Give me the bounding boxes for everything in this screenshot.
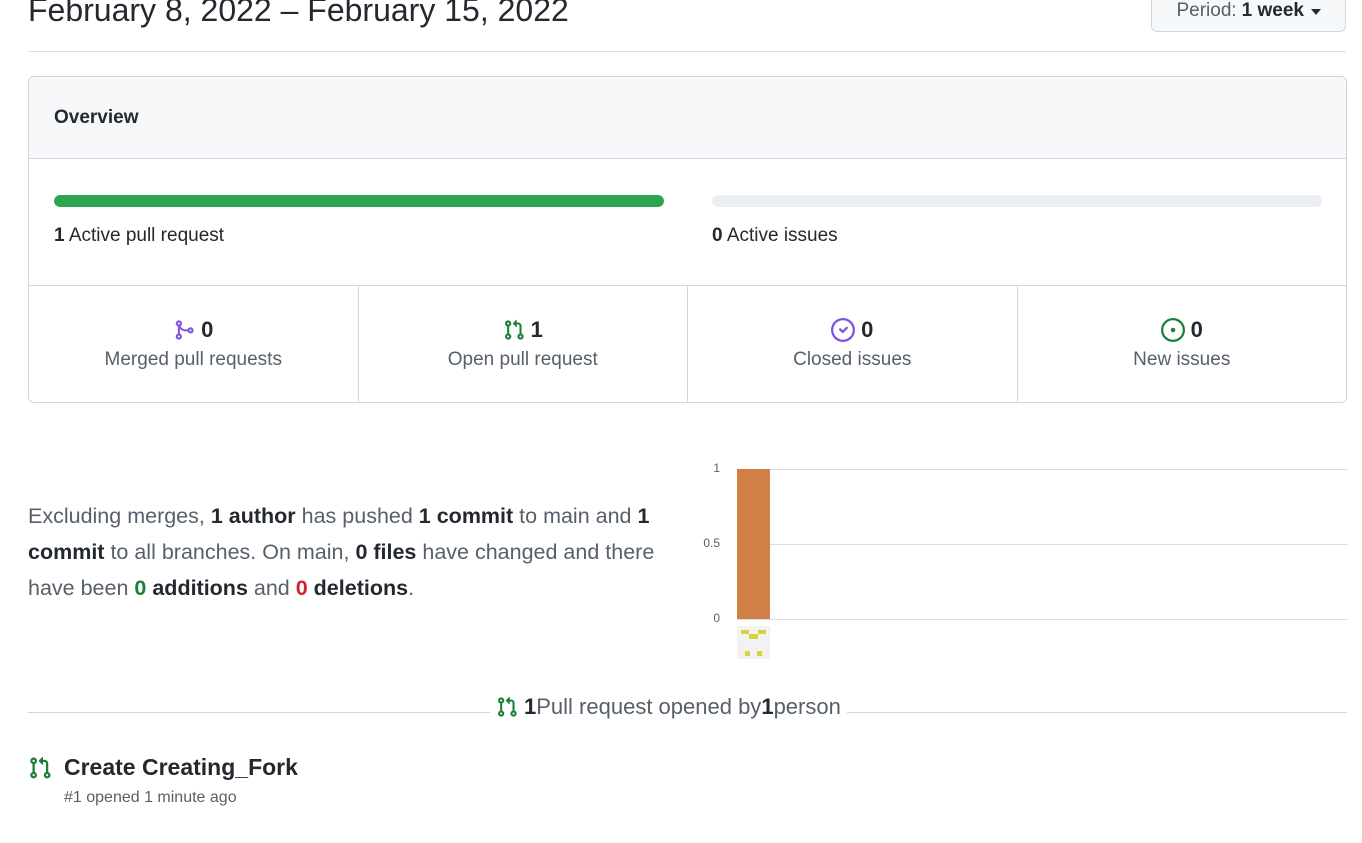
additions-count: 0 (134, 576, 147, 600)
y-tick-label: 0 (713, 611, 720, 625)
stat-open-pull-request[interactable]: 1 Open pull request (359, 286, 688, 402)
overview-header: Overview (29, 77, 1346, 159)
active-pull-requests-link[interactable]: 1 Active pull request (54, 225, 224, 247)
deletions-count: 0 (295, 576, 308, 600)
stat-new-issues[interactable]: 0 New issues (1018, 286, 1347, 402)
commit-bar[interactable] (737, 469, 770, 619)
period-dropdown-button[interactable]: Period: 1 week (1151, 0, 1346, 32)
chart-gridline (737, 469, 1348, 470)
issue-closed-icon (831, 318, 856, 342)
commits-chart: 1 0.5 0 (694, 455, 1348, 665)
summary-text: . (408, 576, 415, 600)
pull-request-meta: #1 opened 1 minute ago (64, 789, 237, 806)
active-pull-requests-count: 1 (54, 225, 65, 246)
pull-request-item: Create Creating_Fork #1 opened 1 minute … (28, 754, 298, 807)
issue-opened-icon (1160, 318, 1185, 342)
git-pull-request-icon (498, 696, 517, 717)
y-tick-label: 0.5 (703, 536, 720, 550)
summary-text: and (247, 576, 296, 600)
open-pull-request-count: 1 (530, 317, 543, 342)
closed-issues-label: Closed issues (793, 349, 912, 370)
commit-summary: Excluding merges, 1 author has pushed 1 … (28, 498, 693, 606)
new-issues-label: New issues (1133, 349, 1231, 370)
people-count: 1 (761, 694, 774, 719)
issues-progress-bar (712, 195, 1322, 207)
git-pull-request-icon (504, 319, 524, 340)
summary-text: to all branches. On main, (104, 540, 356, 564)
summary-text: Excluding merges, (28, 504, 211, 528)
chart-gridline (737, 544, 1348, 545)
git-merge-icon (175, 320, 194, 340)
date-range-title: February 8, 2022 – February 15, 2022 (28, 0, 569, 28)
active-pull-requests-label: Active pull request (68, 225, 225, 246)
stat-merged-pull-requests[interactable]: 0 Merged pull requests (29, 286, 359, 402)
active-issues-link[interactable]: 0 Active issues (712, 225, 838, 247)
pull-requests-summary: 1 Pull request opened by 1 person (490, 694, 847, 720)
overview-panel: Overview 1 Active pull request 0 Active … (28, 76, 1347, 403)
commits-main-count: 1 commit (418, 504, 514, 528)
active-issues-count: 0 (712, 225, 723, 246)
pull-requests-summary-text: person (773, 694, 841, 719)
authors-count: 1 author (210, 504, 296, 528)
overview-stats: 0 Merged pull requests 1 Open pull reque… (29, 286, 1347, 402)
author-avatar[interactable] (737, 626, 770, 659)
pull-requests-progress-bar (54, 195, 664, 207)
new-issues-count: 0 (1190, 317, 1203, 342)
page-header: February 8, 2022 – February 15, 2022 Per… (28, 0, 1346, 52)
pull-requests-count: 1 (524, 694, 537, 719)
pull-requests-progress-fill (54, 195, 664, 207)
summary-text: to main and (513, 504, 638, 528)
closed-issues-count: 0 (861, 317, 874, 342)
period-value: 1 week (1241, 0, 1304, 21)
overview-title: Overview (54, 106, 139, 128)
files-changed-count: 0 files (355, 540, 417, 564)
summary-text: has pushed (295, 504, 419, 528)
chart-gridline (737, 619, 1348, 620)
y-tick-label: 1 (713, 461, 720, 475)
open-pull-request-label: Open pull request (447, 349, 598, 370)
deletions-label: deletions (307, 576, 409, 600)
activity-bars: 1 Active pull request 0 Active issues (29, 159, 1346, 286)
stat-closed-issues[interactable]: 0 Closed issues (688, 286, 1018, 402)
period-label: Period: (1176, 0, 1237, 21)
additions-label: additions (146, 576, 248, 600)
caret-down-icon (1311, 9, 1321, 15)
active-issues-label: Active issues (726, 225, 838, 246)
merged-pull-requests-count: 0 (201, 317, 214, 342)
merged-pull-requests-label: Merged pull requests (104, 349, 282, 370)
pull-requests-summary-text: Pull request opened by (536, 694, 762, 719)
pull-request-title-link[interactable]: Create Creating_Fork (64, 754, 298, 781)
git-pull-request-icon (30, 756, 51, 779)
